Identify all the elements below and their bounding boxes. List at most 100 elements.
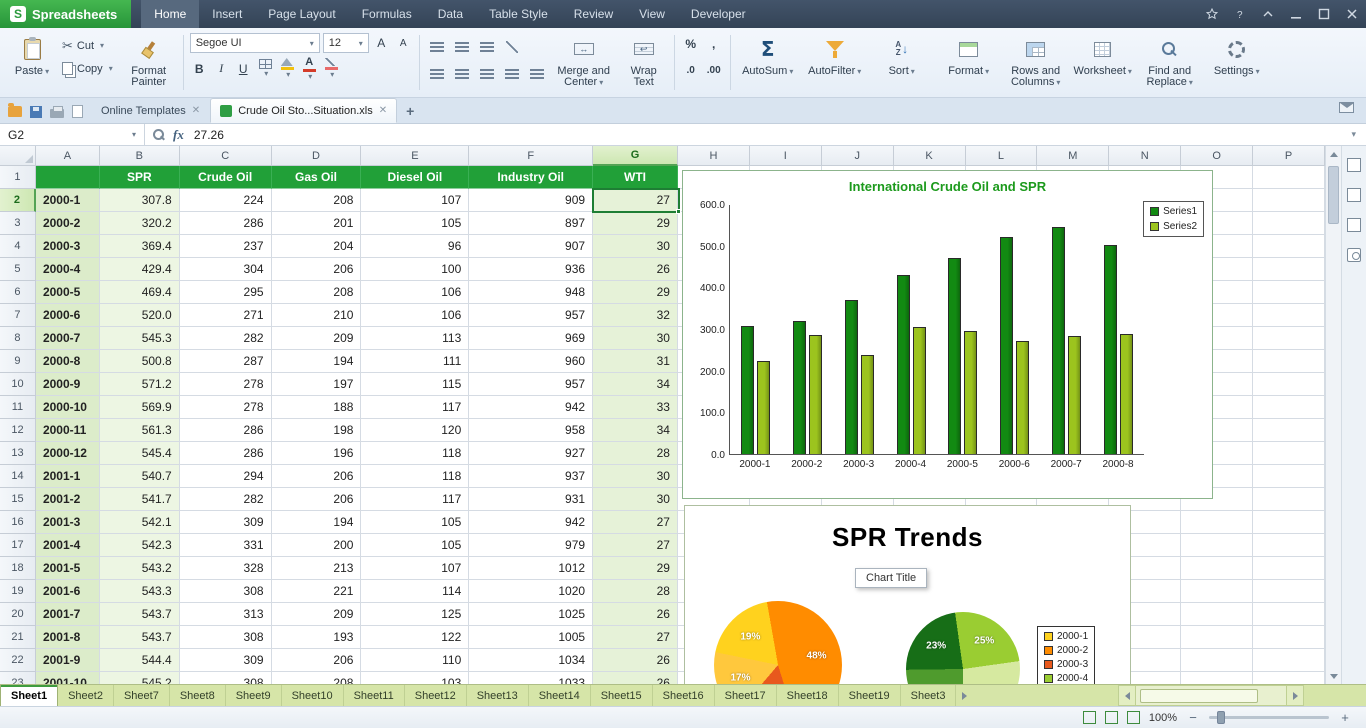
- cell[interactable]: 105: [361, 511, 469, 534]
- cell[interactable]: 107: [361, 189, 469, 212]
- cell[interactable]: 957: [469, 373, 593, 396]
- sort-button[interactable]: ↓Sort: [871, 33, 933, 79]
- cell[interactable]: 2000-4: [36, 258, 100, 281]
- settings-button[interactable]: Settings: [1206, 33, 1268, 79]
- cell[interactable]: WTI: [593, 166, 678, 189]
- cell[interactable]: [1181, 649, 1253, 672]
- cell[interactable]: 931: [469, 488, 593, 511]
- cell[interactable]: [1253, 350, 1325, 373]
- cell[interactable]: 969: [469, 327, 593, 350]
- cell[interactable]: 282: [180, 488, 272, 511]
- cell[interactable]: 26: [593, 258, 678, 281]
- cell[interactable]: 31: [593, 350, 678, 373]
- cell[interactable]: [1181, 603, 1253, 626]
- cell[interactable]: 2001-5: [36, 557, 100, 580]
- sheet-tab-sheet7[interactable]: Sheet7: [114, 685, 170, 706]
- cell[interactable]: [1181, 557, 1253, 580]
- row-header[interactable]: 3: [0, 212, 36, 235]
- zoom-slider-thumb[interactable]: [1217, 711, 1225, 724]
- cell[interactable]: 117: [361, 396, 469, 419]
- borders-button[interactable]: [256, 59, 275, 78]
- cell[interactable]: 286: [180, 442, 272, 465]
- cell[interactable]: 28: [593, 580, 678, 603]
- page-break-view-icon[interactable]: [1127, 711, 1140, 724]
- cell[interactable]: 331: [180, 534, 272, 557]
- cell[interactable]: 114: [361, 580, 469, 603]
- sheet-tab-sheet12[interactable]: Sheet12: [405, 685, 467, 706]
- cell[interactable]: 118: [361, 465, 469, 488]
- cell[interactable]: 1033: [469, 672, 593, 684]
- cell[interactable]: 30: [593, 465, 678, 488]
- cell[interactable]: 110: [361, 649, 469, 672]
- cell[interactable]: 198: [272, 419, 362, 442]
- collapse-ribbon-icon[interactable]: [1254, 0, 1282, 28]
- column-header-N[interactable]: N: [1109, 146, 1181, 166]
- cell[interactable]: [1253, 281, 1325, 304]
- cell[interactable]: 2000-8: [36, 350, 100, 373]
- cell[interactable]: [1253, 557, 1325, 580]
- menu-review[interactable]: Review: [561, 0, 626, 28]
- cell[interactable]: 500.8: [100, 350, 180, 373]
- underline-button[interactable]: U: [234, 59, 253, 78]
- cell[interactable]: [1253, 580, 1325, 603]
- star-icon[interactable]: [1198, 0, 1226, 28]
- increase-decimal-button[interactable]: .0: [681, 61, 701, 79]
- cell[interactable]: 33: [593, 396, 678, 419]
- cell[interactable]: 100: [361, 258, 469, 281]
- cell[interactable]: 957: [469, 304, 593, 327]
- cell[interactable]: 206: [272, 465, 362, 488]
- cell[interactable]: [1181, 511, 1253, 534]
- grow-font-button[interactable]: A: [372, 34, 391, 53]
- cell[interactable]: 125: [361, 603, 469, 626]
- format-painter-button[interactable]: Format Painter: [121, 33, 177, 90]
- cell[interactable]: [1253, 373, 1325, 396]
- sheet-tab-sheet2[interactable]: Sheet2: [58, 685, 114, 706]
- cell[interactable]: 1025: [469, 603, 593, 626]
- cell[interactable]: 105: [361, 212, 469, 235]
- cell[interactable]: 201: [272, 212, 362, 235]
- menu-formulas[interactable]: Formulas: [349, 0, 425, 28]
- sigma-button[interactable]: ΣAutoSum: [737, 33, 799, 79]
- cell[interactable]: 294: [180, 465, 272, 488]
- cell[interactable]: 206: [272, 488, 362, 511]
- maximize-button[interactable]: [1310, 0, 1338, 28]
- row-header[interactable]: 16: [0, 511, 36, 534]
- close-tab-icon[interactable]: ✕: [192, 105, 200, 116]
- cell[interactable]: 26: [593, 649, 678, 672]
- column-header-E[interactable]: E: [361, 146, 469, 166]
- sheet-tab-sheet15[interactable]: Sheet15: [591, 685, 653, 706]
- horizontal-scroll-track[interactable]: [1136, 685, 1286, 706]
- column-header-L[interactable]: L: [966, 146, 1038, 166]
- zoom-slider[interactable]: [1209, 716, 1329, 719]
- cell[interactable]: 29: [593, 212, 678, 235]
- task-pane-grid-icon[interactable]: [1347, 158, 1361, 172]
- cell[interactable]: 106: [361, 304, 469, 327]
- shrink-font-button[interactable]: A: [394, 34, 413, 53]
- scroll-down-icon[interactable]: [1326, 668, 1342, 684]
- cell[interactable]: 907: [469, 235, 593, 258]
- cell[interactable]: 237: [180, 235, 272, 258]
- cell[interactable]: 2000-3: [36, 235, 100, 258]
- cell[interactable]: 2000-12: [36, 442, 100, 465]
- cell[interactable]: 120: [361, 419, 469, 442]
- cell[interactable]: 544.4: [100, 649, 180, 672]
- cell[interactable]: 122: [361, 626, 469, 649]
- doc-tab-online-templates[interactable]: Online Templates ✕: [91, 98, 210, 123]
- cell[interactable]: 200: [272, 534, 362, 557]
- sheet-tab-sheet11[interactable]: Sheet11: [344, 685, 405, 706]
- column-header-B[interactable]: B: [100, 146, 180, 166]
- magnifier-icon[interactable]: [152, 128, 166, 142]
- envelope-icon[interactable]: [1339, 102, 1354, 113]
- cell[interactable]: SPR: [100, 166, 180, 189]
- cell[interactable]: 545.3: [100, 327, 180, 350]
- row-header[interactable]: 6: [0, 281, 36, 304]
- cell[interactable]: 2001-3: [36, 511, 100, 534]
- cell[interactable]: 209: [272, 327, 362, 350]
- column-header-D[interactable]: D: [272, 146, 362, 166]
- cell[interactable]: 545.4: [100, 442, 180, 465]
- zoom-in-button[interactable]: +: [1338, 710, 1352, 725]
- cell[interactable]: 29: [593, 557, 678, 580]
- sheet-tab-sheet1[interactable]: Sheet1: [0, 685, 58, 706]
- cell[interactable]: 897: [469, 212, 593, 235]
- cell[interactable]: 309: [180, 649, 272, 672]
